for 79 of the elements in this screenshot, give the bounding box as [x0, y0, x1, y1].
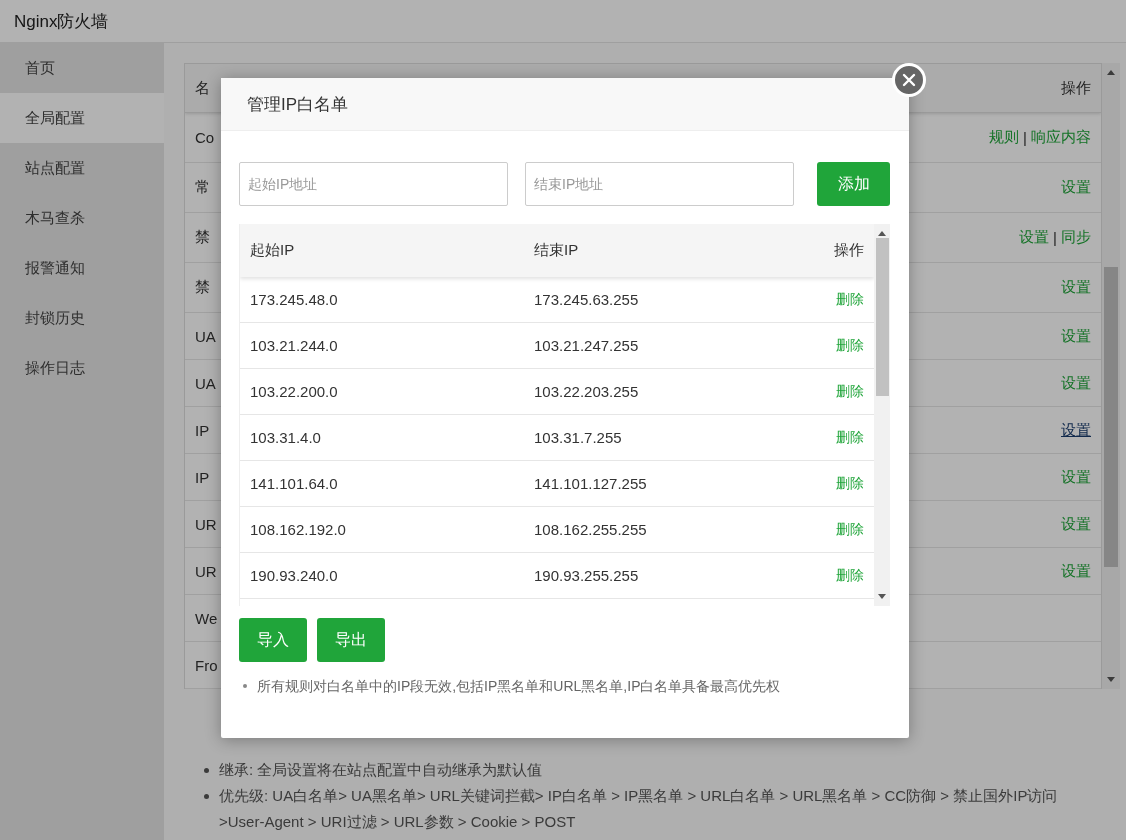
add-button[interactable]: 添加 — [817, 162, 890, 206]
action-link[interactable]: 设置 — [1061, 326, 1091, 346]
table-cell-text: 103.31.4.0 — [250, 429, 322, 446]
sidebar-item[interactable]: 木马查杀 — [0, 193, 164, 243]
sidebar-item[interactable]: 报警通知 — [0, 243, 164, 293]
sidebar-item[interactable]: 全局配置 — [0, 93, 164, 143]
bullet-icon — [204, 794, 209, 799]
table-cell: 禁 — [195, 228, 210, 247]
note-text: 优先级: UA白名单> UA黑名单> URL关键词拦截> IP白名单 > IP黑名单 > URL白名单 > URL黑名单 > CC防御 > 禁止国外IP访问 >User-Agent > URI过滤 > URL参数 > Cookie > POST — [219, 786, 1059, 832]
action-link[interactable]: 设置 — [1061, 561, 1091, 581]
start-ip-field[interactable]: 起始IP地址 — [239, 162, 508, 206]
table-cell: 常 — [195, 178, 210, 197]
sidebar-item[interactable]: 站点配置 — [0, 143, 164, 193]
action-link[interactable]: 响应内容 — [1031, 128, 1091, 147]
action-link[interactable]: 设置 — [1061, 373, 1091, 393]
table-cell: UA — [195, 327, 216, 345]
scroll-down-icon[interactable] — [877, 594, 887, 600]
close-icon — [902, 73, 916, 87]
table-cell-text: 190.93.255.255 — [534, 567, 640, 584]
action-link[interactable]: 规则 — [989, 128, 1020, 147]
table-cell-text: 141.101.127.255 — [534, 475, 648, 492]
table-cell: We — [195, 609, 218, 627]
delete-link[interactable]: 删除 — [836, 382, 864, 401]
table-cell: UR — [195, 562, 217, 580]
table-cell: Co — [195, 129, 215, 146]
table-cell: IP — [195, 468, 210, 486]
table-cell-text: 190.93.240.0 — [250, 567, 339, 584]
note-text: 继承: 全局设置将在站点配置中自动继承为默认值 — [219, 760, 543, 780]
action-link[interactable]: 设置 — [1061, 420, 1091, 440]
delete-link[interactable]: 删除 — [836, 474, 864, 493]
table-cell: UR — [195, 515, 217, 533]
table-cell-text: 103.22.203.255 — [534, 383, 640, 400]
delete-link[interactable]: 删除 — [836, 336, 864, 355]
column-header: 结束IP — [534, 241, 580, 260]
sidebar-item[interactable]: 封锁历史 — [0, 293, 164, 343]
table-cell-text: 103.22.200.0 — [250, 383, 339, 400]
table-cell-text: 108.162.192.0 — [250, 521, 347, 538]
scroll-down-icon[interactable] — [1106, 677, 1116, 683]
action-link[interactable]: 设置 — [1019, 228, 1050, 247]
end-ip-field[interactable]: 结束IP地址 — [525, 162, 794, 206]
column-header: 操作 — [1061, 78, 1091, 98]
column-header: 起始IP — [250, 241, 296, 260]
action-button[interactable]: 导出 — [317, 618, 385, 662]
dialog-title: 管理IP白名单 — [247, 93, 349, 116]
table-cell: UA — [195, 374, 216, 392]
link-separator: | — [1053, 229, 1057, 246]
action-button[interactable]: 导入 — [239, 618, 307, 662]
table-cell-text: 141.101.64.0 — [250, 475, 339, 492]
table-cell: 禁 — [195, 278, 210, 297]
table-cell-text: 103.21.247.255 — [534, 337, 640, 354]
table-cell-text: 103.31.7.255 — [534, 429, 623, 446]
sidebar-item[interactable]: 操作日志 — [0, 343, 164, 393]
table-cell-text: 103.21.244.0 — [250, 337, 339, 354]
bullet-icon — [204, 768, 209, 773]
action-link[interactable]: 设置 — [1061, 278, 1091, 297]
action-link[interactable]: 设置 — [1061, 178, 1091, 197]
table-cell-text: 108.162.255.255 — [534, 521, 648, 538]
scroll-up-icon[interactable] — [1106, 69, 1116, 75]
note-text: 所有规则对白名单中的IP段无效,包括IP黑名单和URL黑名单,IP白名单具备最高优先权 — [257, 677, 781, 696]
link-separator: | — [1023, 129, 1027, 146]
column-header: 操作 — [834, 241, 864, 260]
action-link[interactable]: 设置 — [1061, 467, 1091, 487]
delete-link[interactable]: 删除 — [836, 290, 864, 309]
delete-link[interactable]: 删除 — [836, 566, 864, 585]
delete-link[interactable]: 删除 — [836, 520, 864, 539]
table-cell-text: 173.245.63.255 — [534, 291, 640, 308]
table-cell: Fro — [195, 656, 218, 674]
scroll-up-icon[interactable] — [877, 230, 887, 236]
scrollbar[interactable] — [1102, 63, 1120, 689]
sidebar-item[interactable]: 首页 — [0, 43, 164, 93]
column-header: 名 — [195, 78, 210, 98]
action-link[interactable]: 设置 — [1061, 514, 1091, 534]
app-title: Nginx防火墙 — [14, 10, 109, 33]
table-cell-text: 173.245.48.0 — [250, 291, 339, 308]
delete-link[interactable]: 删除 — [836, 428, 864, 447]
scrollbar[interactable] — [874, 224, 890, 606]
action-link[interactable]: 同步 — [1061, 228, 1091, 247]
table-cell: IP — [195, 421, 210, 439]
bullet-icon — [243, 684, 247, 688]
